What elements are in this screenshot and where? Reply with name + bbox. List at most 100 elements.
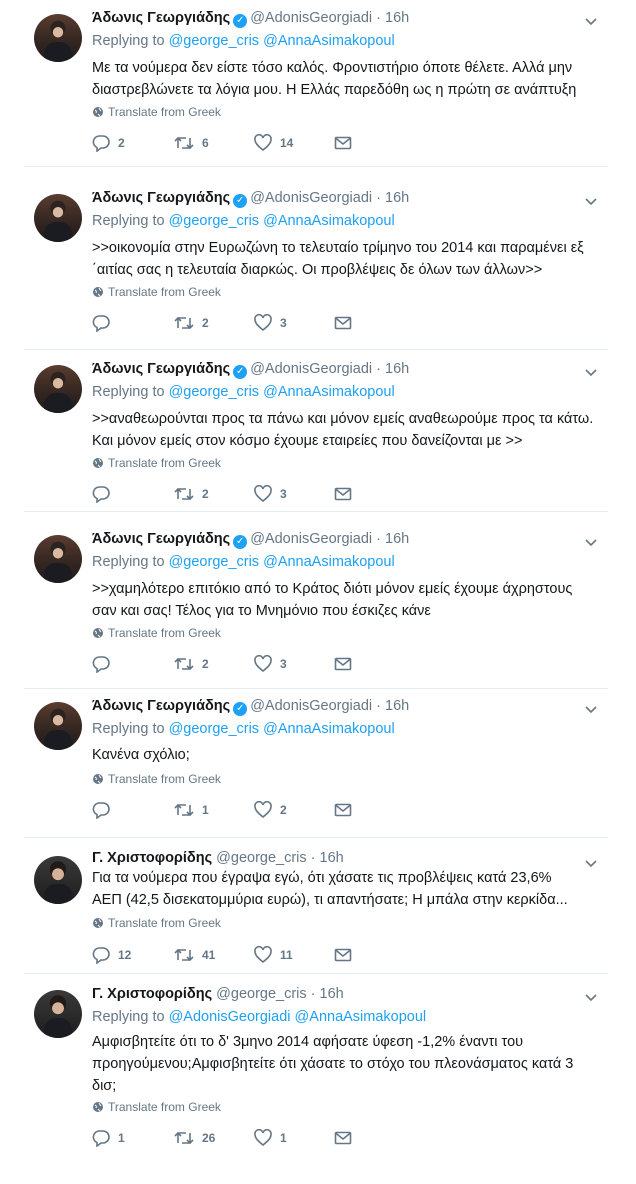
message-button[interactable]: [334, 946, 352, 964]
globe-icon: [93, 107, 103, 117]
verified-badge-icon: ✓: [233, 194, 248, 208]
mention-link[interactable]: @george_cris: [169, 721, 259, 737]
chevron-down-icon[interactable]: [584, 535, 598, 549]
like-button[interactable]: 14: [254, 134, 293, 152]
mention-link[interactable]: @AnnaAsimakopoul: [263, 384, 395, 400]
divider: [24, 166, 608, 167]
translate-link[interactable]: Translate from Greek: [92, 1100, 221, 1114]
user-handle[interactable]: @george_cris: [216, 850, 306, 866]
mention-link[interactable]: @george_cris: [169, 554, 259, 570]
message-button[interactable]: [334, 801, 352, 819]
chevron-down-icon[interactable]: [584, 14, 598, 28]
message-button[interactable]: [334, 1129, 352, 1147]
translate-label[interactable]: Translate from Greek: [108, 105, 221, 119]
user-handle[interactable]: @AdonisGeorgiadi: [250, 190, 372, 206]
translate-label[interactable]: Translate from Greek: [108, 916, 221, 930]
display-name[interactable]: Άδωνις Γεωργιάδης: [92, 361, 230, 377]
chevron-down-icon[interactable]: [584, 702, 598, 716]
reply-button[interactable]: 2: [92, 134, 125, 152]
timestamp[interactable]: 16h: [385, 190, 409, 206]
avatar[interactable]: [34, 535, 82, 583]
translate-link[interactable]: Translate from Greek: [92, 456, 221, 470]
reply-button[interactable]: [92, 314, 118, 332]
chevron-down-icon[interactable]: [584, 365, 598, 379]
translate-label[interactable]: Translate from Greek: [108, 285, 221, 299]
timestamp[interactable]: 16h: [385, 10, 409, 26]
avatar[interactable]: [34, 365, 82, 413]
translate-label[interactable]: Translate from Greek: [108, 626, 221, 640]
timestamp[interactable]: 16h: [320, 850, 344, 866]
message-button[interactable]: [334, 134, 352, 152]
reply-button[interactable]: 1: [92, 1129, 125, 1147]
tweet[interactable]: Γ. Χριστοφορίδης @george_cris · 16h Για …: [0, 842, 636, 974]
translate-link[interactable]: Translate from Greek: [92, 772, 221, 786]
like-button[interactable]: 3: [254, 485, 287, 503]
display-name[interactable]: Άδωνις Γεωργιάδης: [92, 190, 230, 206]
mention-link[interactable]: @AnnaAsimakopoul: [263, 33, 395, 49]
timestamp[interactable]: 16h: [385, 361, 409, 377]
mention-link[interactable]: @AdonisGeorgiadi: [169, 1009, 291, 1025]
like-button[interactable]: 2: [254, 801, 287, 819]
tweet[interactable]: Άδωνις Γεωργιάδης ✓ @AdonisGeorgiadi · 16h…: [0, 521, 636, 689]
timestamp[interactable]: 16h: [385, 531, 409, 547]
mention-link[interactable]: @george_cris: [169, 33, 259, 49]
reply-button[interactable]: [92, 485, 118, 503]
message-button[interactable]: [334, 485, 352, 503]
reply-button[interactable]: [92, 801, 118, 819]
retweet-button[interactable]: 2: [174, 655, 209, 673]
retweet-button[interactable]: 41: [174, 946, 215, 964]
avatar[interactable]: [34, 702, 82, 750]
display-name[interactable]: Άδωνις Γεωργιάδης: [92, 531, 230, 547]
retweet-button[interactable]: 26: [174, 1129, 215, 1147]
tweet[interactable]: Άδωνις Γεωργιάδης ✓ @AdonisGeorgiadi · 16h…: [0, 180, 636, 350]
avatar[interactable]: [34, 14, 82, 62]
avatar[interactable]: [34, 856, 82, 904]
mention-link[interactable]: @george_cris: [169, 384, 259, 400]
tweet[interactable]: Άδωνις Γεωργιάδης ✓ @AdonisGeorgiadi · 16h…: [0, 688, 636, 838]
like-button[interactable]: 11: [254, 946, 293, 964]
translate-label[interactable]: Translate from Greek: [108, 456, 221, 470]
mention-link[interactable]: @AnnaAsimakopoul: [263, 213, 395, 229]
user-handle[interactable]: @AdonisGeorgiadi: [250, 698, 372, 714]
divider: [24, 837, 608, 838]
message-button[interactable]: [334, 314, 352, 332]
tweet-text-line: προηγούμενου;Αμφισβητείτε ότι χάσατε το …: [92, 1056, 574, 1072]
chevron-down-icon[interactable]: [584, 990, 598, 1004]
translate-link[interactable]: Translate from Greek: [92, 285, 221, 299]
tweet[interactable]: Άδωνις Γεωργιάδης ✓ @AdonisGeorgiadi · 16h…: [0, 0, 636, 167]
translate-link[interactable]: Translate from Greek: [92, 916, 221, 930]
message-button[interactable]: [334, 655, 352, 673]
user-handle[interactable]: @AdonisGeorgiadi: [250, 531, 372, 547]
display-name[interactable]: Γ. Χριστοφορίδης: [92, 850, 212, 866]
tweet[interactable]: Γ. Χριστοφορίδης @george_cris · 16h Repl…: [0, 976, 636, 1156]
mention-link[interactable]: @AnnaAsimakopoul: [263, 721, 395, 737]
retweet-button[interactable]: 2: [174, 485, 209, 503]
translate-link[interactable]: Translate from Greek: [92, 105, 221, 119]
display-name[interactable]: Γ. Χριστοφορίδης: [92, 986, 212, 1002]
reply-button[interactable]: [92, 655, 118, 673]
timestamp[interactable]: 16h: [385, 698, 409, 714]
translate-link[interactable]: Translate from Greek: [92, 626, 221, 640]
reply-button[interactable]: 12: [92, 946, 131, 964]
like-button[interactable]: 3: [254, 314, 287, 332]
user-handle[interactable]: @AdonisGeorgiadi: [250, 10, 372, 26]
mention-link[interactable]: @AnnaAsimakopoul: [295, 1009, 427, 1025]
translate-label[interactable]: Translate from Greek: [108, 772, 221, 786]
like-button[interactable]: 1: [254, 1129, 287, 1147]
display-name[interactable]: Άδωνις Γεωργιάδης: [92, 698, 230, 714]
translate-label[interactable]: Translate from Greek: [108, 1100, 221, 1114]
display-name[interactable]: Άδωνις Γεωργιάδης: [92, 10, 230, 26]
retweet-button[interactable]: 6: [174, 134, 209, 152]
tweet[interactable]: Άδωνις Γεωργιάδης ✓ @AdonisGeorgiadi · 16h…: [0, 351, 636, 512]
user-handle[interactable]: @AdonisGeorgiadi: [250, 361, 372, 377]
avatar[interactable]: [34, 194, 82, 242]
like-button[interactable]: 3: [254, 655, 287, 673]
user-handle[interactable]: @george_cris: [216, 986, 306, 1002]
mention-link[interactable]: @george_cris: [169, 213, 259, 229]
retweet-button[interactable]: 1: [174, 801, 209, 819]
chevron-down-icon[interactable]: [584, 194, 598, 208]
retweet-button[interactable]: 2: [174, 314, 209, 332]
timestamp[interactable]: 16h: [320, 986, 344, 1002]
mention-link[interactable]: @AnnaAsimakopoul: [263, 554, 395, 570]
avatar[interactable]: [34, 990, 82, 1038]
